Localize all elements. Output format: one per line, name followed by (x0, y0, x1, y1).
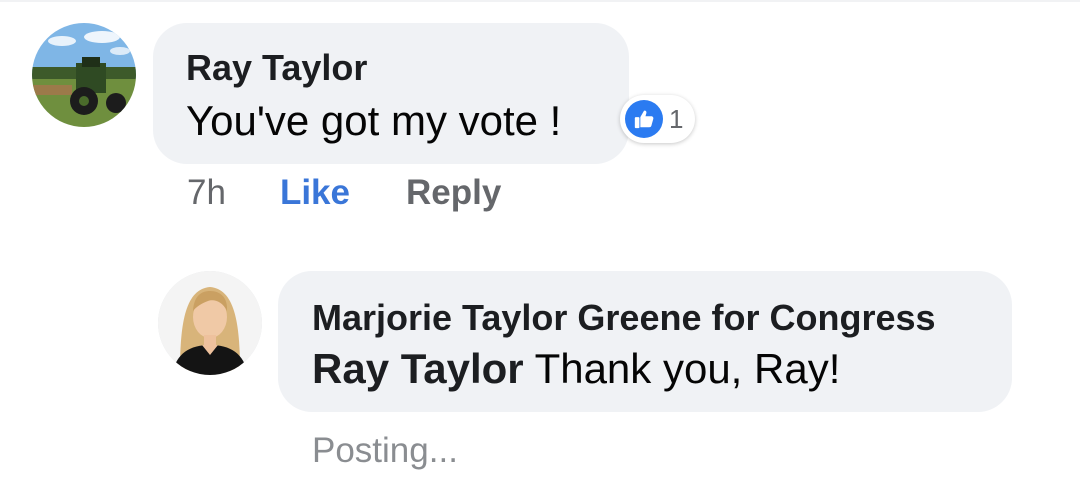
reply-button[interactable]: Reply (406, 173, 501, 213)
mention-tag[interactable]: Ray Taylor (312, 345, 524, 392)
comment-author-name[interactable]: Ray Taylor (186, 47, 367, 89)
reaction-summary[interactable]: 1 (620, 95, 696, 143)
comment-text: You've got my vote ! (186, 97, 562, 144)
comment-author-name[interactable]: Marjorie Taylor Greene for Congress (312, 297, 936, 339)
reaction-count: 1 (669, 103, 684, 134)
avatar-portrait-photo (158, 271, 262, 375)
thumbs-up-icon (625, 100, 663, 138)
top-divider (0, 0, 1080, 2)
comment-actions: 7h Like Reply (187, 173, 501, 213)
comment-bubble-reply: Marjorie Taylor Greene for Congress Ray … (278, 271, 1012, 412)
comment-timestamp[interactable]: 7h (187, 173, 226, 213)
like-button[interactable]: Like (280, 173, 350, 213)
posting-status: Posting... (312, 431, 458, 470)
avatar-ray-taylor[interactable] (32, 23, 136, 127)
comment-bubble-ray-taylor: Ray Taylor You've got my vote ! (153, 23, 629, 164)
avatar-tractor-photo (32, 23, 136, 127)
reply-text: Ray Taylor Thank you, Ray! (312, 345, 840, 393)
comment-text: Thank you, Ray! (534, 345, 841, 392)
avatar-marjorie-taylor-greene[interactable] (158, 271, 262, 375)
